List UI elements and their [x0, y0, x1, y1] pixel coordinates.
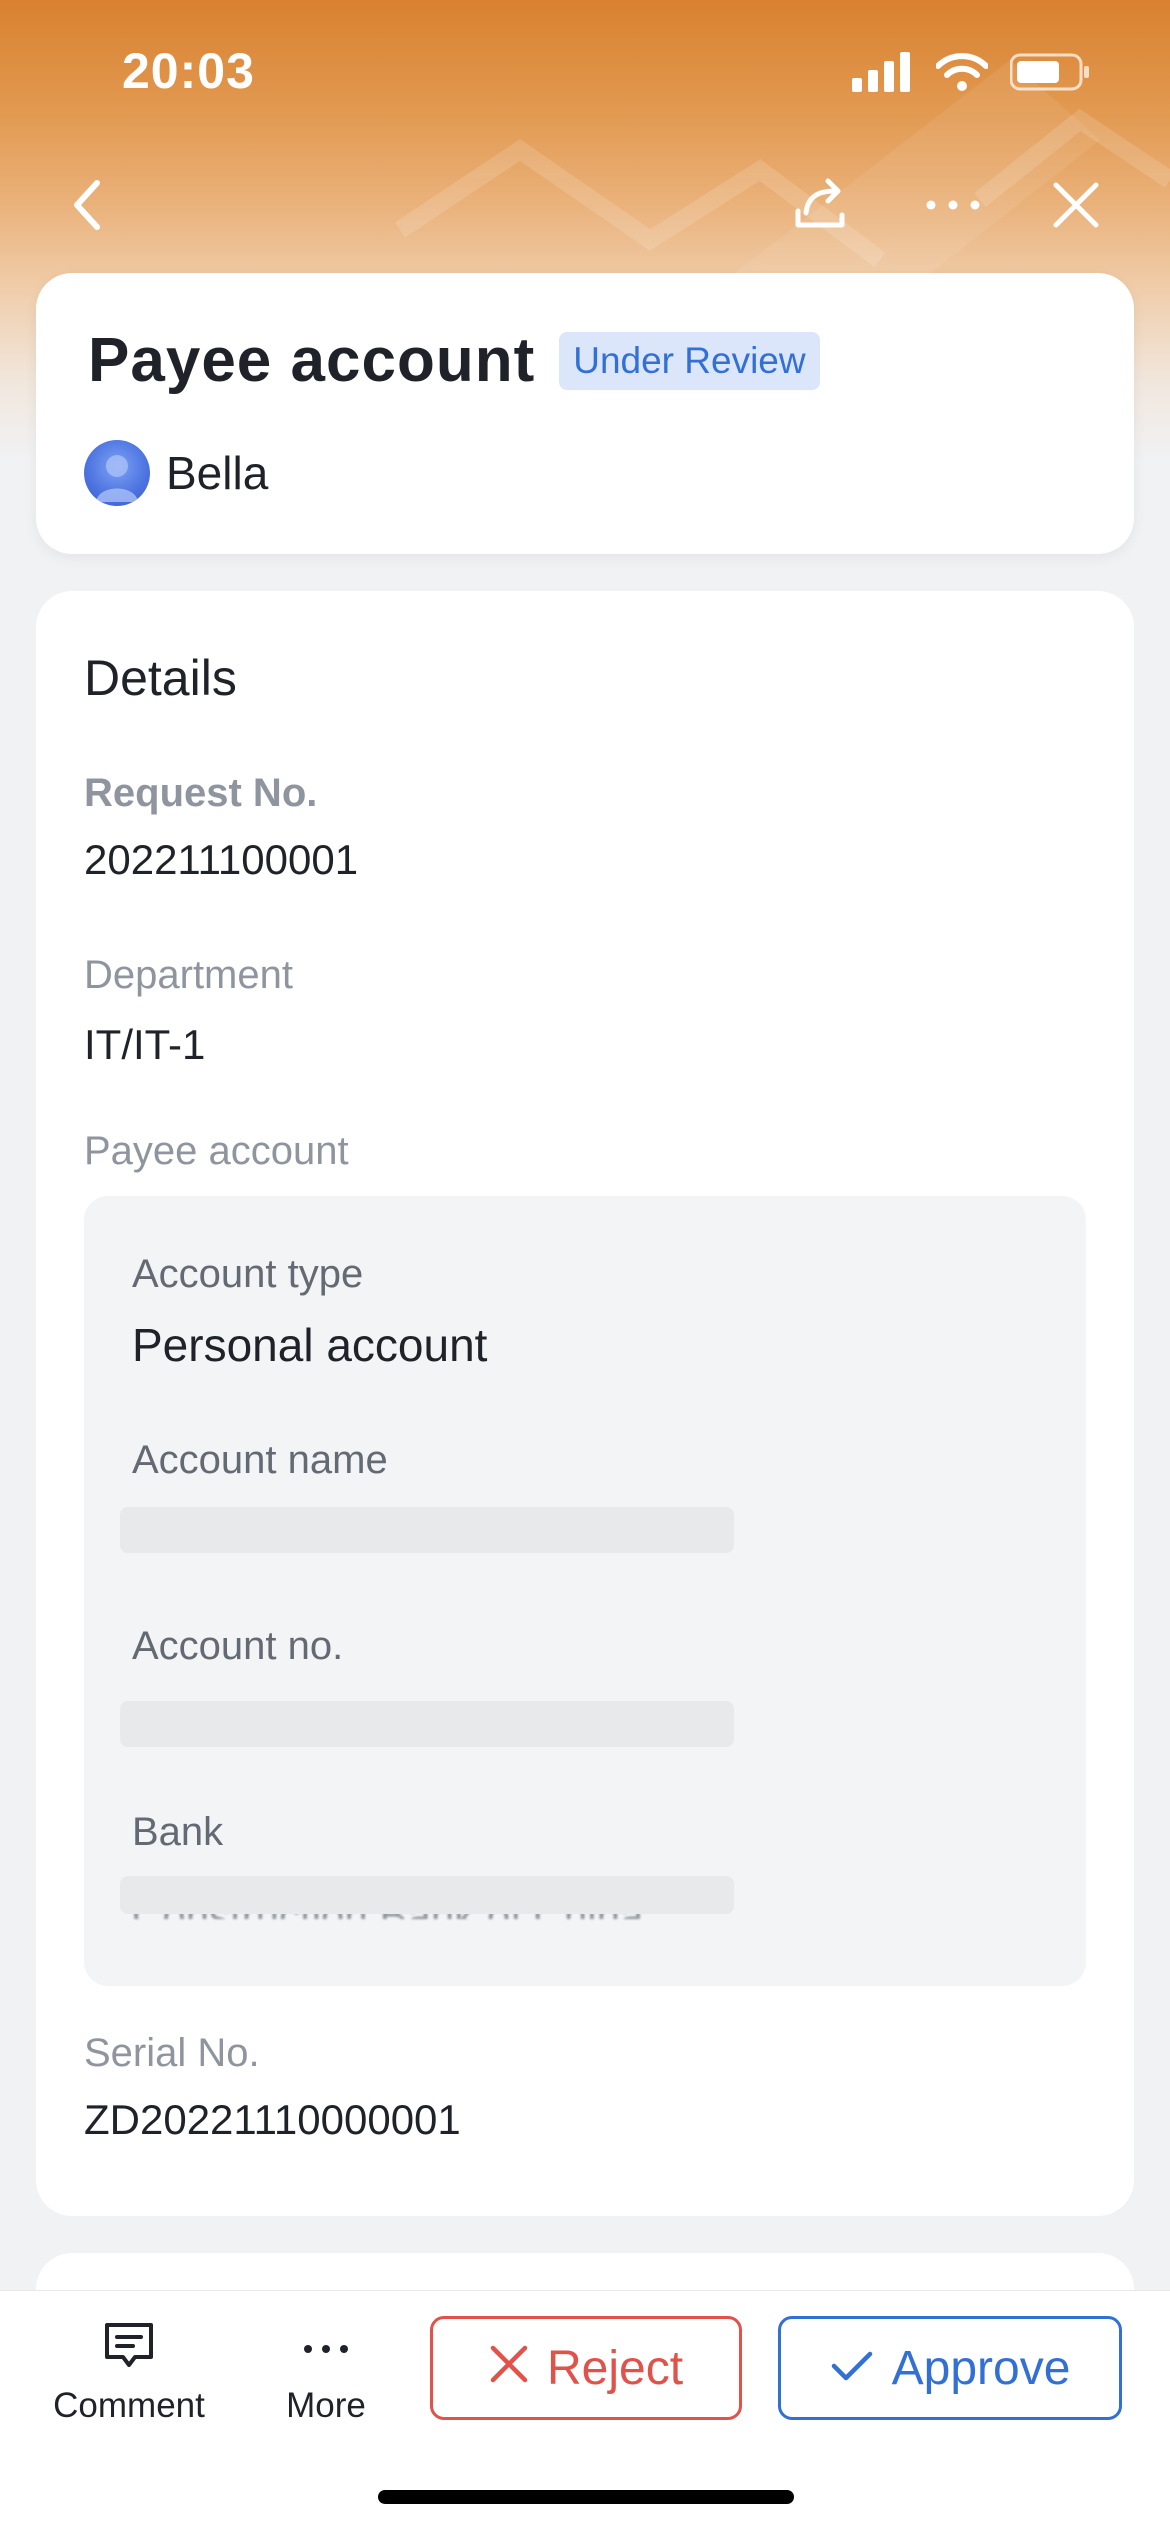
account-no-label: Account no.	[132, 1624, 344, 1668]
status-badge: Under Review	[559, 331, 820, 390]
share-icon[interactable]	[785, 170, 855, 240]
reject-label: Reject	[546, 2341, 684, 2395]
close-icon[interactable]	[1041, 170, 1111, 240]
more-button[interactable]: More	[266, 2319, 386, 2426]
applicant-name: Bella	[166, 447, 269, 499]
request-no-label: Request No.	[84, 771, 318, 815]
reject-x-icon	[489, 2341, 547, 2396]
approve-button[interactable]: Approve	[778, 2316, 1122, 2420]
status-icons	[852, 52, 1090, 97]
department-value: IT/IT-1	[84, 1021, 206, 1068]
more-label: More	[286, 2386, 366, 2425]
details-card: Details Request No. 202211100001 Departm…	[36, 591, 1134, 2216]
payee-account-box: Account type Personal account Account na…	[84, 1196, 1086, 1986]
comment-label: Comment	[53, 2386, 205, 2425]
bank-label: Bank	[132, 1810, 224, 1854]
comment-icon	[101, 2319, 157, 2378]
comment-button[interactable]: Comment	[48, 2319, 210, 2426]
details-section-title: Details	[84, 650, 237, 706]
status-time: 20:03	[122, 43, 255, 99]
battery-icon	[1009, 52, 1090, 97]
account-name-label: Account name	[132, 1438, 388, 1482]
title-row: Payee account Under Review	[88, 325, 820, 396]
avatar	[84, 440, 150, 506]
back-icon[interactable]	[52, 170, 122, 240]
more-icon	[298, 2319, 354, 2378]
account-type-value: Personal account	[132, 1319, 488, 1371]
applicant[interactable]: Bella	[84, 440, 268, 506]
account-name-redacted	[120, 1507, 734, 1553]
payee-account-label: Payee account	[84, 1129, 349, 1173]
home-indicator	[378, 2490, 794, 2504]
wifi-icon	[935, 52, 989, 97]
bank-redacted	[120, 1876, 734, 1914]
serial-no-value: ZD20221110000001	[84, 2096, 461, 2143]
more-horizontal-icon[interactable]	[918, 170, 988, 240]
account-type-label: Account type	[132, 1252, 364, 1296]
approve-check-icon	[830, 2341, 892, 2396]
department-label: Department	[84, 953, 293, 997]
signal-icon	[852, 52, 914, 97]
reject-button[interactable]: Reject	[430, 2316, 742, 2420]
title-card: Payee account Under Review Bella	[36, 273, 1134, 554]
approve-label: Approve	[891, 2341, 1071, 2395]
serial-no-label: Serial No.	[84, 2031, 260, 2075]
request-no-value: 202211100001	[84, 836, 359, 883]
account-no-redacted	[120, 1701, 734, 1747]
page-title: Payee account	[88, 326, 536, 395]
